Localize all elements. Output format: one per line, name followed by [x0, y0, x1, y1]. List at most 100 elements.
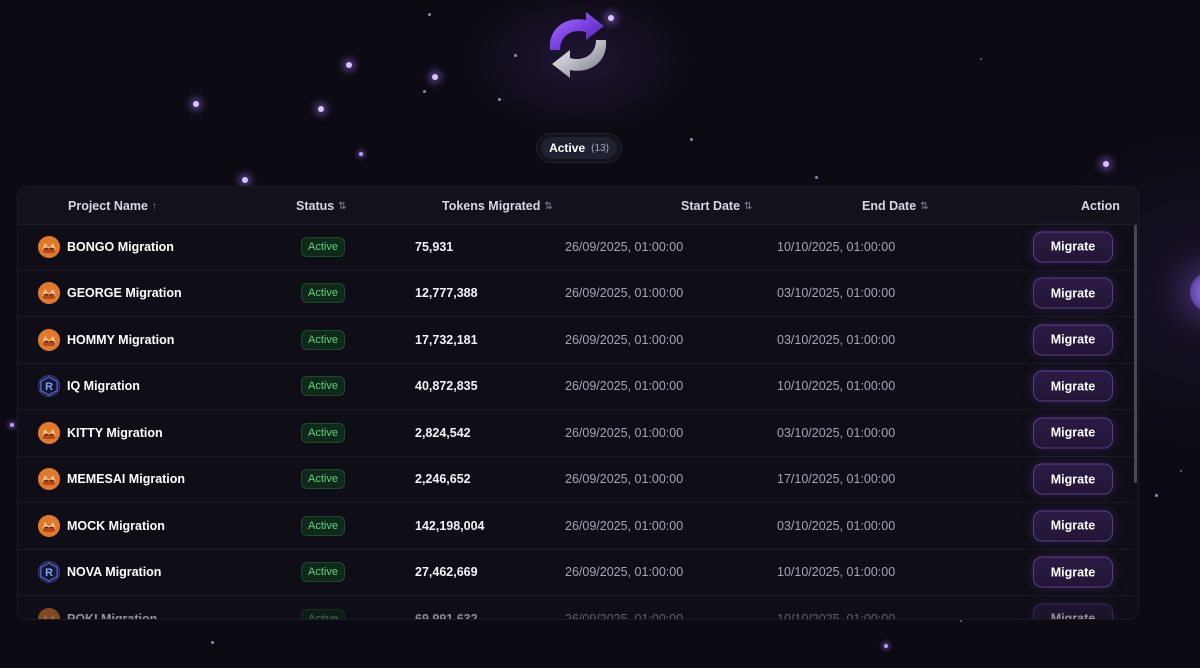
status-cell: Active	[301, 608, 345, 619]
tokens-migrated: 69,991,632	[415, 611, 478, 620]
svg-text:R: R	[45, 567, 53, 579]
tokens-migrated: 17,732,181	[415, 332, 478, 347]
project-cell: R NOVA Migration	[38, 561, 161, 584]
status-badge: Active	[301, 608, 345, 619]
cat-avatar-icon	[38, 607, 60, 619]
migrate-button[interactable]: Migrate	[1033, 231, 1113, 263]
sort-icon: ⇅	[920, 200, 929, 212]
project-cell: BONGO Migration	[38, 235, 174, 258]
column-header-start-date[interactable]: Start Date ⇅	[681, 199, 752, 213]
migrate-button[interactable]: Migrate	[1033, 510, 1113, 542]
status-cell: Active	[301, 422, 345, 443]
migrate-button[interactable]: Migrate	[1033, 277, 1113, 309]
action-cell: Migrate	[1033, 324, 1113, 356]
table-row: MOCK Migration Active 142,198,004 26/09/202…	[18, 503, 1134, 550]
end-date: 17/10/2025, 01:00:00	[777, 472, 896, 487]
tokens-migrated: 2,824,542	[415, 425, 471, 440]
status-cell: Active	[301, 515, 345, 536]
end-date: 10/10/2025, 01:00:00	[777, 565, 896, 580]
action-cell: Migrate	[1033, 463, 1113, 495]
start-date: 26/09/2025, 01:00:00	[565, 332, 684, 347]
status-cell: Active	[301, 376, 345, 397]
project-cell: POKI Migration	[38, 607, 158, 620]
sort-icon: ⇅	[744, 200, 753, 212]
start-date: 26/09/2025, 01:00:00	[565, 472, 684, 487]
table-header: Project Name ↑ Status ⇅ Tokens Migrated …	[18, 187, 1138, 225]
status-badge: Active	[301, 329, 345, 350]
project-cell: MEMESAI Migration	[38, 468, 186, 491]
migrate-button[interactable]: Migrate	[1033, 370, 1113, 402]
status-badge: Active	[301, 562, 345, 583]
table-row: POKI Migration Active 69,991,632 26/09/2025…	[18, 596, 1134, 620]
action-cell: Migrate	[1033, 603, 1113, 619]
sort-icon: ⇅	[544, 200, 553, 212]
start-date: 26/09/2025, 01:00:00	[565, 425, 684, 440]
start-date: 26/09/2025, 01:00:00	[565, 286, 684, 301]
cat-avatar-icon	[38, 421, 60, 444]
cat-avatar-icon	[38, 514, 60, 537]
project-name: MOCK Migration	[67, 518, 165, 533]
sort-asc-icon: ↑	[151, 200, 157, 212]
end-date: 10/10/2025, 01:00:00	[777, 379, 896, 394]
status-filter[interactable]: Active (13)	[536, 133, 622, 163]
status-badge: Active	[301, 236, 345, 257]
action-cell: Migrate	[1033, 510, 1113, 542]
migrate-button[interactable]: Migrate	[1033, 324, 1113, 356]
status-badge: Active	[301, 469, 345, 490]
action-cell: Migrate	[1033, 556, 1113, 588]
side-orb-decoration	[1190, 272, 1200, 312]
end-date: 10/10/2025, 01:00:00	[777, 611, 896, 620]
tokens-migrated: 40,872,835	[415, 379, 478, 394]
start-date: 26/09/2025, 01:00:00	[565, 565, 684, 580]
status-badge: Active	[301, 515, 345, 536]
column-header-tokens-migrated[interactable]: Tokens Migrated ⇅	[442, 199, 553, 213]
status-cell: Active	[301, 562, 345, 583]
migrate-button[interactable]: Migrate	[1033, 556, 1113, 588]
table-row: MEMESAI Migration Active 2,246,652 26/09/20…	[18, 457, 1134, 503]
tokens-migrated: 75,931	[415, 239, 454, 254]
status-cell: Active	[301, 283, 345, 304]
status-badge: Active	[301, 376, 345, 397]
start-date: 26/09/2025, 01:00:00	[565, 379, 684, 394]
table-scrollbar[interactable]	[1134, 225, 1138, 619]
cat-avatar-icon	[38, 282, 60, 305]
status-cell: Active	[301, 329, 345, 350]
cat-avatar-icon	[38, 328, 60, 351]
migrate-button[interactable]: Migrate	[1033, 463, 1113, 495]
project-cell: MOCK Migration	[38, 514, 165, 537]
project-name: KITTY Migration	[67, 425, 163, 440]
migrate-button[interactable]: Migrate	[1033, 603, 1113, 619]
scrollbar-thumb[interactable]	[1134, 225, 1137, 483]
table-row: KITTY Migration Active 2,824,542 26/09/2025…	[18, 410, 1134, 457]
project-name: MEMESAI Migration	[67, 472, 186, 487]
cat-avatar-icon	[38, 235, 60, 258]
tokens-migrated: 142,198,004	[415, 518, 485, 533]
end-date: 10/10/2025, 01:00:00	[777, 239, 896, 254]
filter-label: Active	[549, 141, 586, 155]
tokens-migrated: 27,462,669	[415, 565, 478, 580]
filter-tab-active[interactable]: Active (13)	[541, 137, 617, 159]
migrations-table: Project Name ↑ Status ⇅ Tokens Migrated …	[17, 186, 1139, 620]
column-header-end-date[interactable]: End Date ⇅	[862, 199, 929, 213]
action-cell: Migrate	[1033, 277, 1113, 309]
project-name: POKI Migration	[67, 611, 158, 620]
table-row: HOMMY Migration Active 17,732,181 26/09/202…	[18, 317, 1134, 364]
column-header-project-name[interactable]: Project Name ↑	[68, 199, 157, 213]
project-cell: HOMMY Migration	[38, 328, 174, 351]
status-cell: Active	[301, 469, 345, 490]
end-date: 03/10/2025, 01:00:00	[777, 286, 896, 301]
status-badge: Active	[301, 283, 345, 304]
r-hexagon-icon: R	[38, 561, 60, 584]
migrate-button[interactable]: Migrate	[1033, 417, 1113, 449]
sort-icon: ⇅	[338, 200, 347, 212]
migration-sync-logo-icon	[540, 6, 616, 84]
action-cell: Migrate	[1033, 231, 1113, 263]
filter-count: (13)	[591, 142, 609, 154]
tokens-migrated: 12,777,388	[415, 286, 478, 301]
table-row: R IQ Migration Active 40,872,835 26/09/2025,…	[18, 364, 1134, 410]
project-name: IQ Migration	[67, 379, 140, 394]
column-header-status[interactable]: Status ⇅	[296, 199, 347, 213]
cat-avatar-icon	[38, 468, 60, 491]
column-header-action: Action	[1081, 199, 1120, 213]
project-cell: GEORGE Migration	[38, 282, 182, 305]
